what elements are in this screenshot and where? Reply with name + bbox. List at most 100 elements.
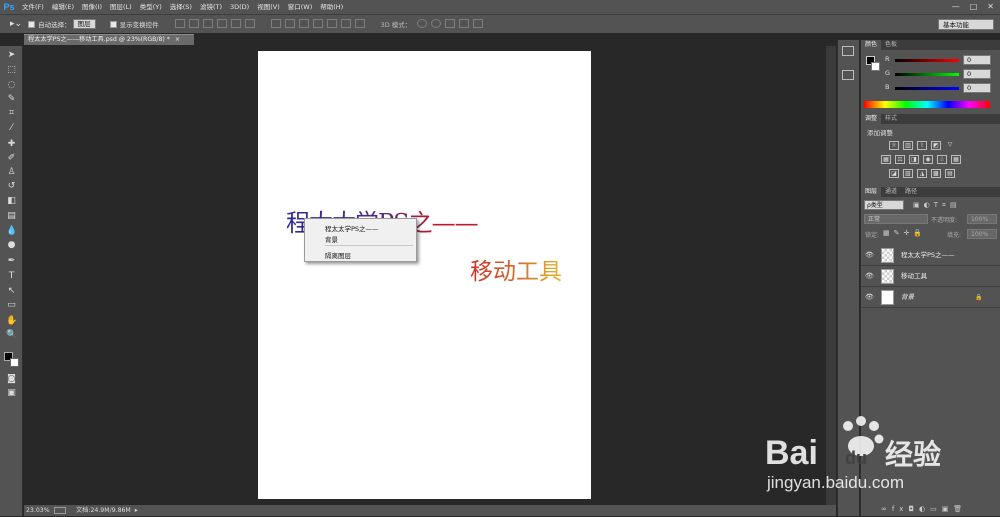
threshold-icon[interactable]: ◮ bbox=[917, 169, 927, 178]
slider-g-value[interactable]: 0 bbox=[963, 69, 991, 79]
eyedropper-tool-icon[interactable]: ⁄ bbox=[6, 123, 17, 134]
3d-drag-icon[interactable] bbox=[445, 18, 456, 28]
screen-mode-icon[interactable]: ▣ bbox=[6, 388, 17, 399]
align-right-icon[interactable] bbox=[244, 18, 255, 28]
quick-select-tool-icon[interactable]: ✎ bbox=[6, 94, 17, 105]
document-tab[interactable]: 程太太学PS之——移动工具.psd @ 23%(RGB/8) * × bbox=[24, 34, 194, 45]
status-export-icon[interactable] bbox=[54, 507, 66, 514]
path-select-tool-icon[interactable]: ↖ bbox=[6, 286, 17, 297]
align-top-icon[interactable] bbox=[174, 18, 185, 28]
slider-r-track[interactable] bbox=[895, 59, 959, 62]
distribute-hcenter-icon[interactable] bbox=[326, 18, 337, 28]
3d-rotate-icon[interactable] bbox=[417, 18, 428, 28]
quick-mask-icon[interactable]: ◙ bbox=[6, 374, 17, 385]
visibility-eye-icon[interactable]: 👁 bbox=[865, 245, 874, 266]
background-color-swatch[interactable] bbox=[10, 358, 19, 367]
align-hcenter-icon[interactable] bbox=[230, 18, 241, 28]
status-menu-icon[interactable]: ▸ bbox=[135, 505, 138, 516]
maximize-button[interactable]: □ bbox=[970, 0, 978, 14]
color-lookup-icon[interactable]: ▦ bbox=[951, 155, 961, 164]
layer-filter-icons[interactable]: ▣◐T⌗▤ bbox=[913, 201, 983, 210]
slider-b-track[interactable] bbox=[895, 87, 959, 90]
layer-row[interactable]: 👁 背景 🔒 bbox=[861, 287, 1000, 308]
vibrance-icon[interactable]: ▽ bbox=[945, 141, 955, 150]
menu-image[interactable]: 图像(I) bbox=[78, 0, 106, 14]
selective-color-icon[interactable]: ▩ bbox=[931, 169, 941, 178]
tab-channels[interactable]: 通道 bbox=[881, 187, 901, 197]
brightness-icon[interactable]: ☼ bbox=[889, 141, 899, 150]
3d-scale-icon[interactable] bbox=[473, 18, 484, 28]
history-brush-tool-icon[interactable]: ↺ bbox=[6, 181, 17, 192]
context-menu-layer-background[interactable]: 背景 bbox=[325, 234, 338, 244]
visibility-eye-icon[interactable]: 👁 bbox=[865, 266, 874, 287]
shape-tool-icon[interactable]: ▭ bbox=[6, 300, 17, 311]
zoom-tool-icon[interactable]: 🔍 bbox=[6, 330, 17, 341]
marquee-tool-icon[interactable]: ⬚ bbox=[6, 65, 17, 76]
3d-slide-icon[interactable] bbox=[459, 18, 470, 28]
menu-layer[interactable]: 图层(L) bbox=[106, 0, 136, 14]
align-vcenter-icon[interactable] bbox=[188, 18, 199, 28]
fill-input[interactable]: 100% bbox=[967, 229, 997, 239]
hue-saturation-icon[interactable]: ▦ bbox=[881, 155, 891, 164]
layer-row[interactable]: 👁 移动工具 bbox=[861, 266, 1000, 287]
move-tool-icon[interactable]: ➤ bbox=[6, 50, 17, 61]
tab-styles[interactable]: 样式 bbox=[881, 114, 901, 124]
context-menu-layer-title[interactable]: 程太太学PS之—— bbox=[325, 223, 379, 233]
healing-brush-tool-icon[interactable]: ✚ bbox=[6, 139, 17, 150]
type-tool-icon[interactable]: T bbox=[6, 271, 17, 282]
pen-tool-icon[interactable]: ✒ bbox=[6, 256, 17, 267]
menu-file[interactable]: 文件(F) bbox=[18, 0, 48, 14]
tab-color[interactable]: 颜色 bbox=[861, 40, 882, 50]
channel-mixer-icon[interactable]: ♧ bbox=[937, 155, 947, 164]
posterize-icon[interactable]: ▧ bbox=[903, 169, 913, 178]
3d-roll-icon[interactable] bbox=[431, 18, 442, 28]
menu-edit[interactable]: 编辑(E) bbox=[48, 0, 78, 14]
curves-icon[interactable]: ⌇ bbox=[917, 141, 927, 150]
distribute-top-icon[interactable] bbox=[270, 18, 281, 28]
brush-tool-icon[interactable]: ✐ bbox=[6, 153, 17, 164]
slider-b-value[interactable]: 0 bbox=[963, 83, 991, 93]
layer-filter-dropdown[interactable]: ρ类型 bbox=[864, 200, 904, 210]
eraser-tool-icon[interactable]: ◧ bbox=[6, 196, 17, 207]
menu-filter[interactable]: 滤镜(T) bbox=[196, 0, 226, 14]
color-slider-b[interactable]: B 0 bbox=[861, 83, 1000, 95]
layers-bottom-icons[interactable]: ∞fx◘◐▭▣🗑 bbox=[881, 505, 967, 513]
workspace-dropdown[interactable]: 基本功能 bbox=[938, 19, 994, 30]
invert-icon[interactable]: ◪ bbox=[889, 169, 899, 178]
slider-g-track[interactable] bbox=[895, 73, 959, 76]
blend-mode-dropdown[interactable]: 正常 bbox=[864, 214, 928, 224]
auto-align-icon[interactable] bbox=[354, 18, 365, 28]
color-slider-g[interactable]: G 0 bbox=[861, 69, 1000, 81]
minimize-button[interactable]: — bbox=[952, 0, 960, 14]
zoom-level[interactable]: 23.03% bbox=[24, 505, 52, 516]
menu-3d[interactable]: 3D(D) bbox=[226, 0, 253, 14]
lasso-tool-icon[interactable]: ◌ bbox=[6, 80, 17, 91]
black-white-icon[interactable]: ◨ bbox=[909, 155, 919, 164]
menu-select[interactable]: 选择(S) bbox=[166, 0, 196, 14]
tab-paths[interactable]: 路径 bbox=[901, 187, 921, 197]
menu-window[interactable]: 窗口(W) bbox=[284, 0, 317, 14]
menu-view[interactable]: 视图(V) bbox=[253, 0, 284, 14]
distribute-bottom-icon[interactable] bbox=[298, 18, 309, 28]
opacity-input[interactable]: 100% bbox=[967, 214, 997, 224]
align-bottom-icon[interactable] bbox=[202, 18, 213, 28]
crop-tool-icon[interactable]: ⌗ bbox=[6, 108, 17, 119]
canvas-move-tool-text[interactable]: 移动工具 bbox=[470, 252, 562, 286]
history-panel-icon[interactable] bbox=[842, 46, 854, 56]
slider-r-value[interactable]: 0 bbox=[963, 55, 991, 65]
dodge-tool-icon[interactable]: ● bbox=[6, 240, 17, 251]
menu-help[interactable]: 帮助(H) bbox=[316, 0, 347, 14]
photo-filter-icon[interactable]: ◉ bbox=[923, 155, 933, 164]
gradient-tool-icon[interactable]: ▤ bbox=[6, 211, 17, 222]
tab-swatches[interactable]: 色板 bbox=[881, 40, 901, 50]
gradient-map-icon[interactable]: ▤ bbox=[945, 169, 955, 178]
color-slider-r[interactable]: R 0 bbox=[861, 55, 1000, 67]
hand-tool-icon[interactable]: ✋ bbox=[6, 316, 17, 327]
distribute-right-icon[interactable] bbox=[340, 18, 351, 28]
document-tab-close-icon[interactable]: × bbox=[175, 36, 180, 43]
levels-icon[interactable]: ▥ bbox=[903, 141, 913, 150]
color-balance-icon[interactable]: ⚖ bbox=[895, 155, 905, 164]
distribute-left-icon[interactable] bbox=[312, 18, 323, 28]
tab-adjustments[interactable]: 调整 bbox=[861, 114, 882, 124]
auto-select-checkbox[interactable] bbox=[28, 20, 36, 28]
